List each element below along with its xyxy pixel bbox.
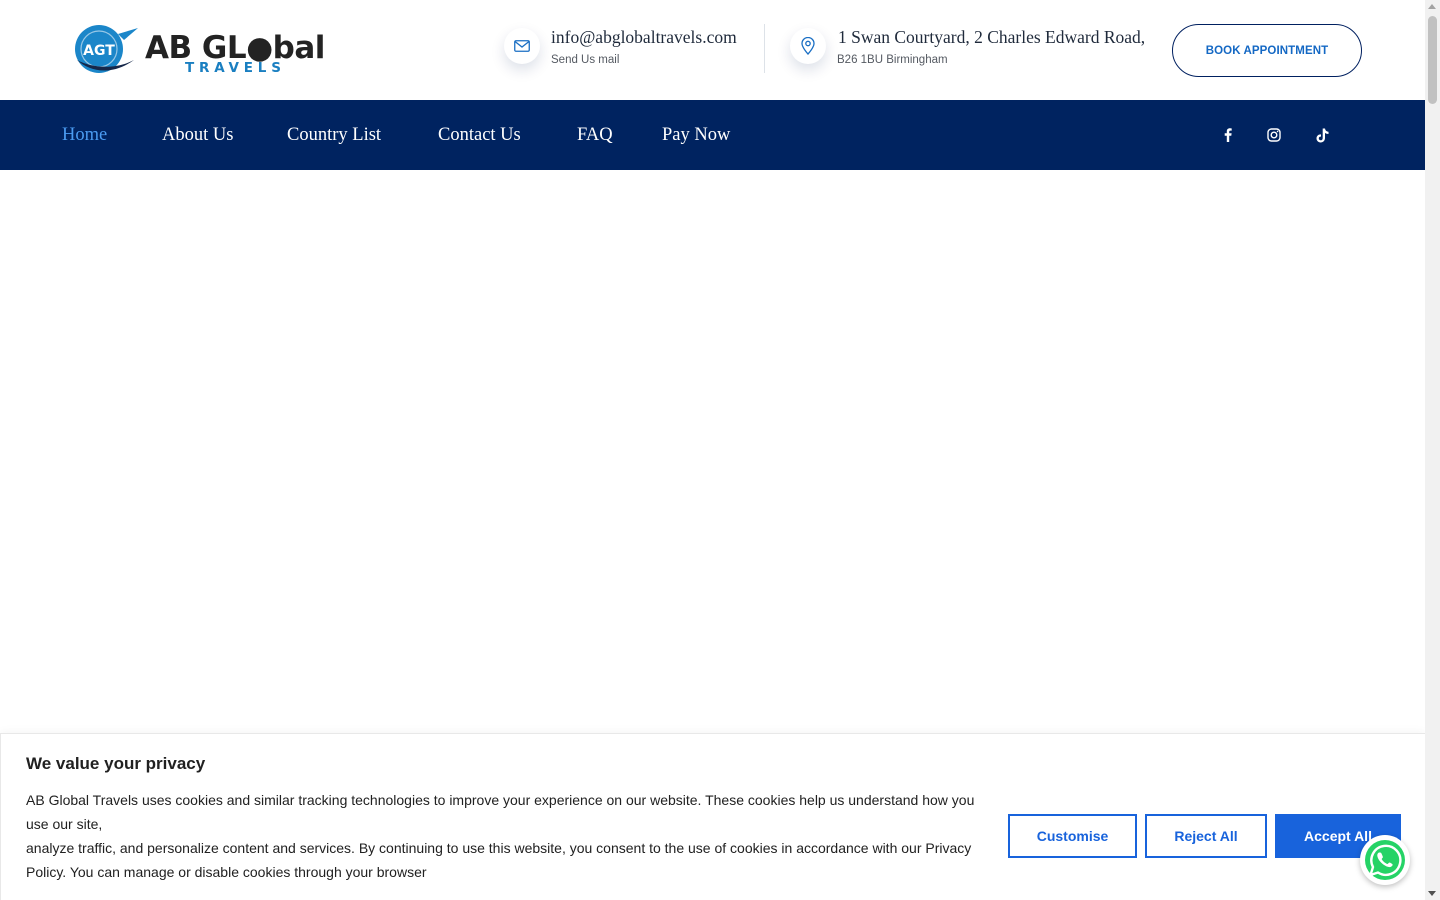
cookie-consent-banner: We value your privacy AB Global Travels … [0, 733, 1425, 900]
logo-globe-icon: AGT [75, 25, 138, 73]
scroll-up-arrow-icon[interactable] [1428, 4, 1436, 9]
cookie-description-line: analyze traffic, and personalize content… [26, 840, 972, 880]
top-header: AGT AB GL●bal TRAVELS info@abglobaltrave… [0, 0, 1425, 100]
scroll-thumb[interactable] [1428, 16, 1437, 104]
main-navbar: Home About Us Country List Contact Us FA… [0, 100, 1425, 170]
cookie-title: We value your privacy [26, 754, 206, 773]
whatsapp-button[interactable] [1360, 835, 1410, 885]
book-appointment-button[interactable]: BOOK APPOINTMENT [1172, 24, 1362, 77]
nav-item-pay-now[interactable]: Pay Now [662, 125, 730, 146]
tiktok-icon[interactable] [1314, 126, 1330, 144]
whatsapp-icon [1365, 840, 1405, 880]
cookie-description: AB Global Travels uses cookies and simil… [26, 788, 991, 884]
map-pin-icon [790, 28, 826, 64]
page-scrollbar[interactable] [1425, 0, 1440, 900]
email-address[interactable]: info@abglobaltravels.com [551, 27, 737, 48]
nav-item-faq[interactable]: FAQ [577, 125, 613, 146]
email-caption: Send Us mail [551, 54, 620, 66]
address-line: 1 Swan Courtyard, 2 Charles Edward Road, [838, 27, 1146, 47]
logo-monogram: AGT [83, 43, 115, 59]
address-contact: 1 Swan Courtyard, 2 Charles Edward Road,… [790, 24, 1150, 76]
logo-subtitle: TRAVELS [185, 60, 286, 76]
email-contact[interactable]: info@abglobaltravels.com Send Us mail [504, 24, 749, 76]
reject-all-button[interactable]: Reject All [1145, 814, 1267, 858]
header-divider [764, 24, 765, 73]
instagram-icon[interactable] [1266, 126, 1282, 144]
nav-item-contact-us[interactable]: Contact Us [438, 125, 521, 146]
facebook-icon[interactable] [1220, 126, 1236, 144]
address-city: B26 1BU Birmingham [837, 54, 948, 66]
envelope-icon [504, 28, 540, 64]
scroll-down-arrow-icon[interactable] [1428, 891, 1436, 896]
nav-item-home[interactable]: Home [62, 125, 107, 146]
site-logo[interactable]: AGT AB GL●bal TRAVELS [72, 22, 325, 80]
customise-button[interactable]: Customise [1008, 814, 1137, 858]
nav-item-country-list[interactable]: Country List [287, 125, 381, 146]
nav-item-about-us[interactable]: About Us [162, 125, 233, 146]
cookie-description-line: AB Global Travels uses cookies and simil… [26, 792, 975, 832]
